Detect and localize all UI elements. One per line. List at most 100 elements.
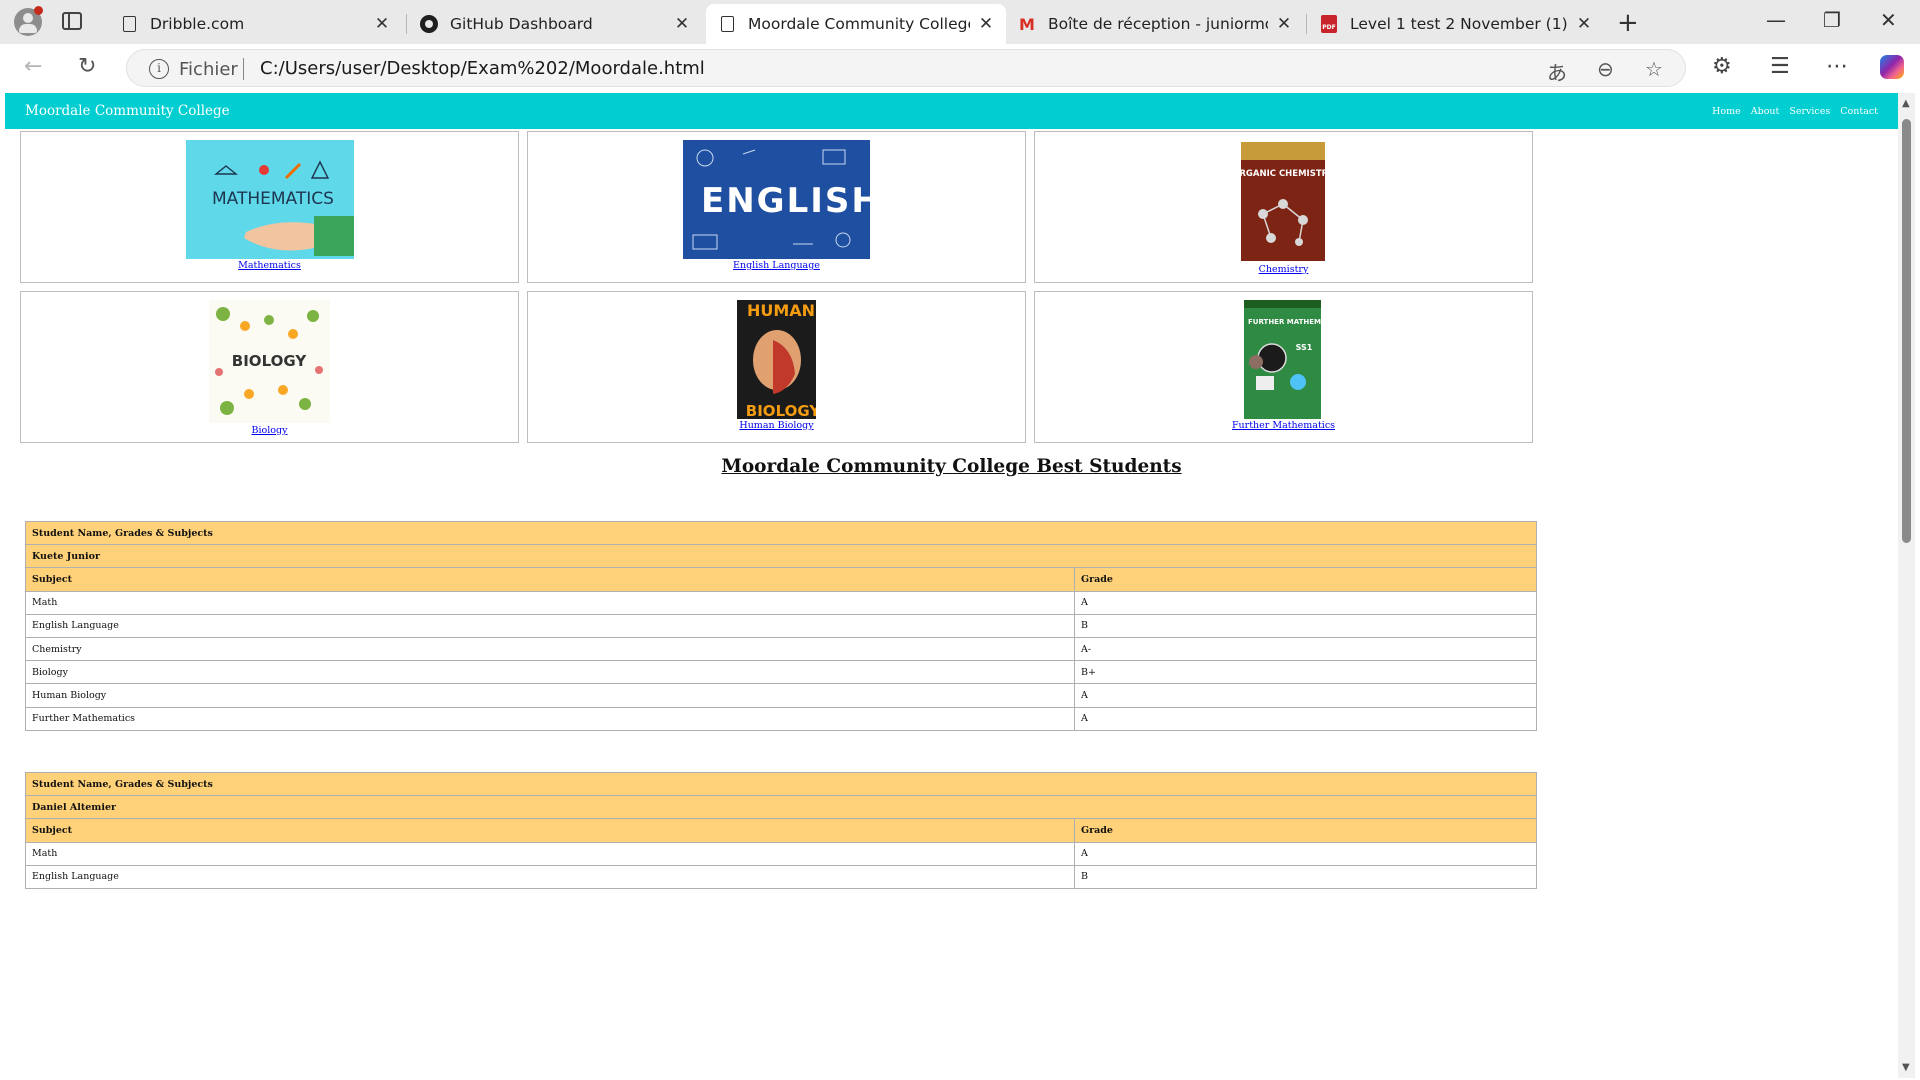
- tab-title: Level 1 test 2 November (1).pdf: [1350, 15, 1568, 33]
- page-viewport: Moordale Community College Home About Se…: [5, 93, 1898, 1078]
- subject-cell: Math: [25, 590, 1075, 615]
- subject-cell: Math: [25, 841, 1075, 866]
- tab-pdf[interactable]: PDF Level 1 test 2 November (1).pdf ✕: [1308, 4, 1604, 44]
- nav-contact-link[interactable]: Contact: [1840, 106, 1878, 117]
- subject-card-biology: BIOLOGY Biology: [20, 291, 519, 443]
- tab-title: Dribble.com: [150, 15, 245, 33]
- subject-cell: Biology: [25, 660, 1075, 685]
- back-arrow-icon[interactable]: ←: [24, 54, 42, 79]
- human-image-text-2: BIOLOGY: [746, 402, 816, 419]
- scrollbar-thumb[interactable]: [1902, 119, 1911, 543]
- nav-services-link[interactable]: Services: [1789, 106, 1830, 117]
- mathematics-image[interactable]: MATHEMATICS: [186, 140, 354, 259]
- english-image-text: ENGLISH: [701, 181, 870, 221]
- subject-cell: Chemistry: [25, 636, 1075, 662]
- grade-cell: B: [1074, 864, 1537, 889]
- biology-link[interactable]: Biology: [21, 425, 518, 436]
- more-menu-icon[interactable]: ⋯: [1826, 54, 1848, 79]
- human-biology-book-image[interactable]: HUMAN BIOLOGY: [737, 300, 816, 419]
- further-math-image-text: FURTHER MATHEMATICS: [1248, 318, 1321, 326]
- chemistry-book-image[interactable]: ORGANIC CHEMISTRY: [1241, 142, 1325, 261]
- restore-button[interactable]: ❐: [1823, 8, 1841, 32]
- tab-title: Boîte de réception - juniormongu: [1048, 15, 1268, 33]
- table-row: Math A: [25, 841, 1537, 866]
- subject-card-further-mathematics: FURTHER MATHEMATICS SS1 Further Mathemat…: [1034, 291, 1533, 443]
- info-icon[interactable]: i: [149, 59, 169, 79]
- column-header-subject: Subject: [25, 818, 1075, 843]
- close-icon[interactable]: ✕: [978, 14, 994, 34]
- favorite-star-icon[interactable]: ☆: [1645, 57, 1663, 81]
- biology-image[interactable]: BIOLOGY: [209, 300, 330, 423]
- grade-cell: A-: [1074, 636, 1537, 662]
- tab-title: Moordale Community College: [748, 15, 970, 33]
- nav-about-link[interactable]: About: [1751, 106, 1780, 117]
- table-title: Student Name, Grades & Subjects: [25, 520, 1537, 546]
- tab-title: GitHub Dashboard: [450, 15, 593, 33]
- page-title: Moordale Community College Best Students: [721, 456, 1182, 477]
- tab-strip: Dribble.com ✕ GitHub Dashboard ✕ Moordal…: [0, 0, 1920, 44]
- further-math-image-text-2: SS1: [1296, 343, 1313, 352]
- english-image[interactable]: ENGLISH: [683, 140, 870, 259]
- read-aloud-icon[interactable]: あ: [1547, 57, 1567, 86]
- subject-card-human-biology: HUMAN BIOLOGY Human Biology: [527, 291, 1026, 443]
- nav-home-link[interactable]: Home: [1712, 106, 1741, 117]
- scroll-up-icon[interactable]: ▲: [1902, 98, 1910, 109]
- site-nav-links: Home About Services Contact: [1712, 106, 1878, 117]
- table-title: Student Name, Grades & Subjects: [25, 771, 1537, 797]
- chemistry-image-text: ORGANIC CHEMISTRY: [1241, 169, 1325, 179]
- student-grades-table: Student Name, Grades & Subjects Daniel A…: [25, 771, 1537, 889]
- table-row: English Language B: [25, 613, 1537, 638]
- table-row: Further Mathematics A: [25, 706, 1537, 731]
- subject-card-english: ENGLISH English Language: [527, 131, 1026, 283]
- refresh-icon[interactable]: ↻: [78, 54, 96, 79]
- extensions-icon[interactable]: ⚙: [1712, 54, 1732, 79]
- close-icon[interactable]: ✕: [1276, 14, 1292, 34]
- zoom-out-icon[interactable]: ⊖: [1597, 57, 1614, 81]
- chemistry-link[interactable]: Chemistry: [1035, 264, 1532, 275]
- english-language-link[interactable]: English Language: [528, 260, 1025, 271]
- favorites-icon[interactable]: ☰: [1770, 54, 1790, 79]
- math-image-text: MATHEMATICS: [212, 189, 334, 209]
- biology-image-text: BIOLOGY: [232, 352, 308, 370]
- scroll-down-icon[interactable]: ▼: [1902, 1062, 1910, 1073]
- site-brand[interactable]: Moordale Community College: [25, 103, 230, 119]
- further-mathematics-link[interactable]: Further Mathematics: [1035, 420, 1532, 431]
- column-header-grade: Grade: [1074, 818, 1537, 843]
- tab-moordale[interactable]: Moordale Community College ✕: [706, 4, 1006, 44]
- close-window-button[interactable]: ✕: [1880, 8, 1897, 32]
- profile-notification-dot: [34, 6, 43, 15]
- table-row: Chemistry A-: [25, 636, 1537, 662]
- mathematics-link[interactable]: Mathematics: [21, 260, 518, 271]
- grade-cell: A: [1074, 683, 1537, 708]
- table-row: English Language B: [25, 864, 1537, 889]
- tab-github[interactable]: GitHub Dashboard ✕: [408, 4, 702, 44]
- table-row: Math A: [25, 590, 1537, 615]
- human-biology-link[interactable]: Human Biology: [528, 420, 1025, 431]
- tab-actions-icon[interactable]: [62, 12, 82, 30]
- close-icon[interactable]: ✕: [1576, 14, 1592, 34]
- tab-gmail[interactable]: M Boîte de réception - juniormongu ✕: [1006, 4, 1304, 44]
- grade-cell: A: [1074, 590, 1537, 615]
- url-text[interactable]: C:/Users/user/Desktop/Exam%202/Moordale.…: [260, 58, 705, 79]
- subject-cell: Human Biology: [25, 683, 1075, 708]
- grade-cell: A: [1074, 706, 1537, 731]
- subject-card-chemistry: ORGANIC CHEMISTRY Chemistry: [1034, 131, 1533, 283]
- tab-dribble[interactable]: Dribble.com ✕: [108, 4, 402, 44]
- copilot-icon[interactable]: [1880, 55, 1904, 79]
- close-icon[interactable]: ✕: [674, 14, 690, 34]
- pdf-icon: PDF: [1320, 15, 1338, 33]
- student-name: Daniel Altemier: [25, 795, 1537, 820]
- tab-separator: [406, 14, 407, 34]
- minimize-button[interactable]: —: [1766, 8, 1786, 32]
- subject-cell: English Language: [25, 613, 1075, 638]
- address-bar[interactable]: i Fichier C:/Users/user/Desktop/Exam%202…: [126, 49, 1686, 87]
- scheme-label: Fichier: [179, 59, 238, 80]
- further-mathematics-book-image[interactable]: FURTHER MATHEMATICS SS1: [1244, 300, 1321, 419]
- student-name: Kuete Junior: [25, 544, 1537, 569]
- page-icon: [120, 15, 138, 33]
- page-scrollbar[interactable]: ▲ ▼: [1898, 93, 1915, 1078]
- close-icon[interactable]: ✕: [374, 14, 390, 34]
- tab-separator: [1306, 14, 1307, 34]
- grade-cell: A: [1074, 841, 1537, 866]
- new-tab-button[interactable]: +: [1617, 8, 1639, 38]
